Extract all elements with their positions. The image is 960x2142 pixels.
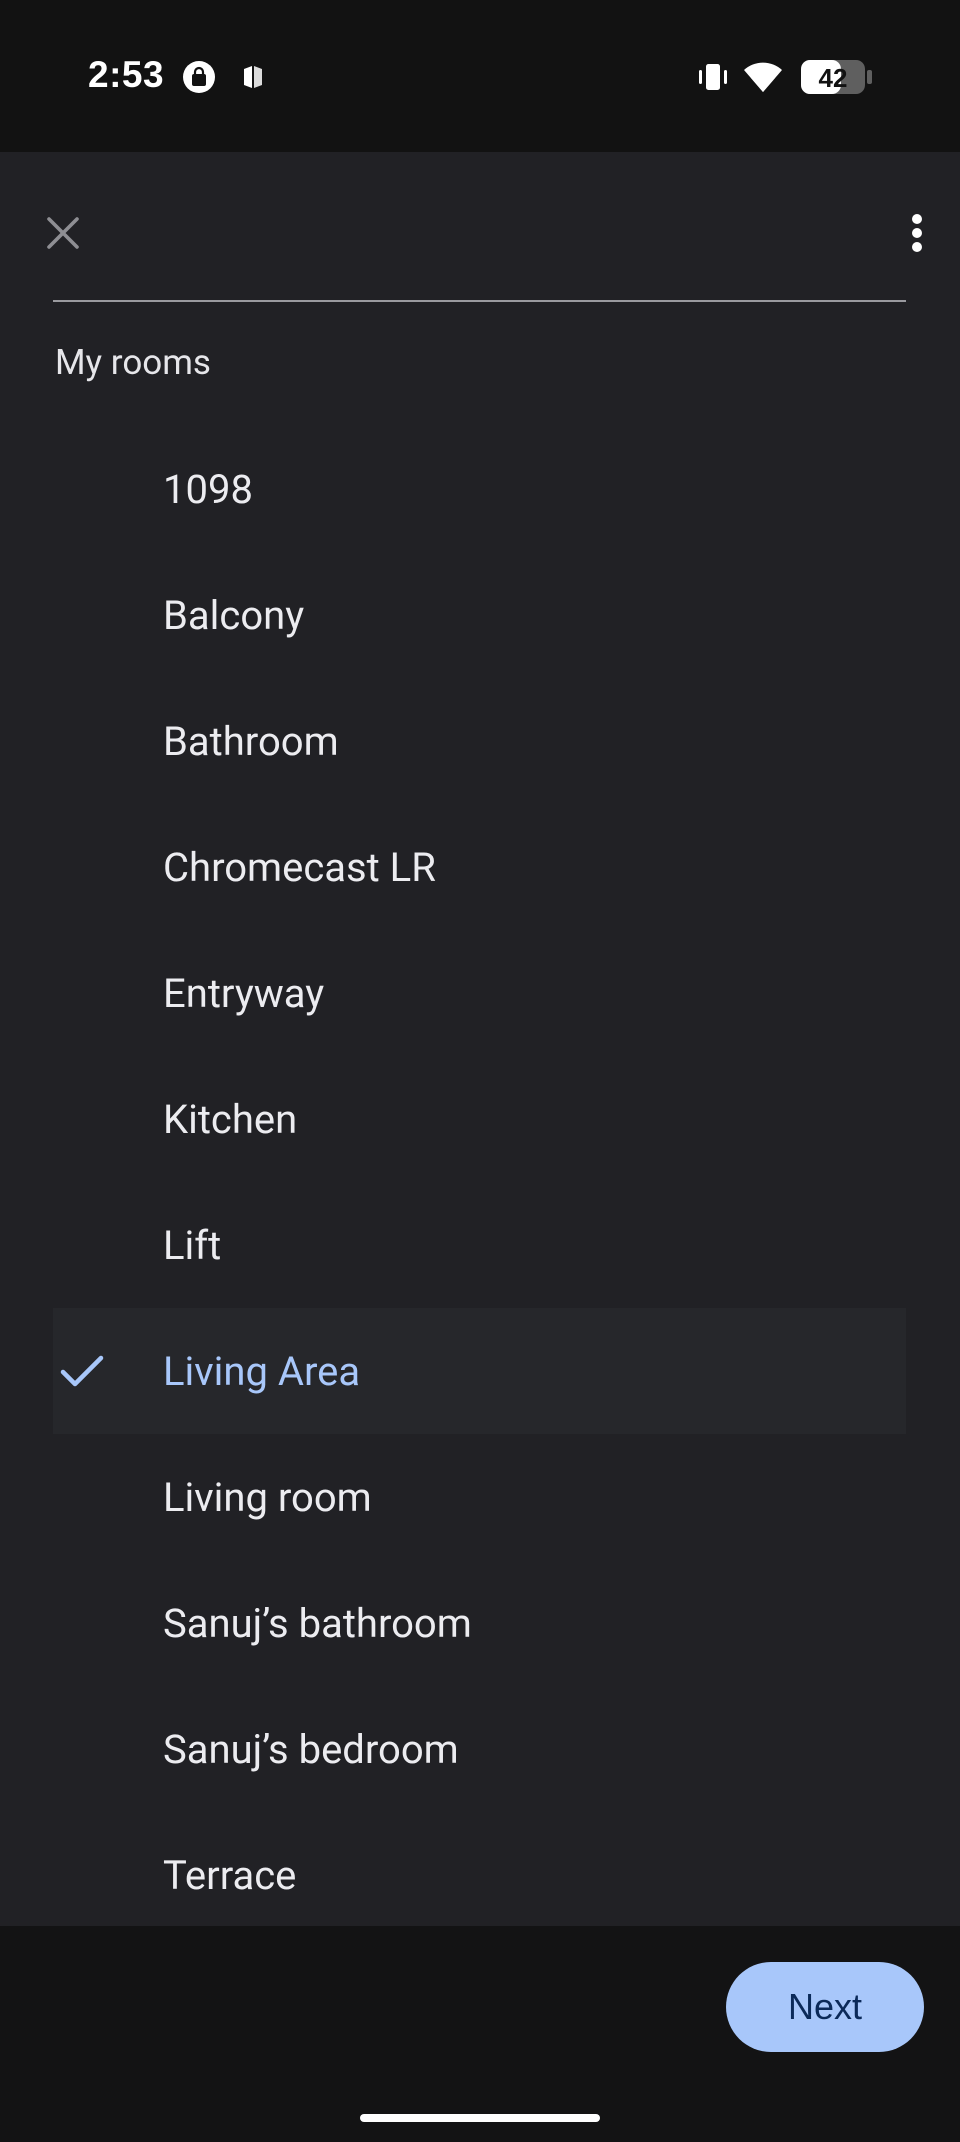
room-item-kitchen[interactable]: Kitchen	[53, 1056, 906, 1182]
room-item-living-room[interactable]: Living room	[53, 1434, 906, 1560]
room-label: Lift	[163, 1221, 222, 1269]
room-label: Balcony	[163, 591, 305, 639]
room-label: Sanuj’s bedroom	[163, 1725, 459, 1773]
room-label: Chromecast LR	[163, 843, 436, 891]
app-notification-icon	[240, 63, 266, 95]
more-vert-icon	[912, 214, 922, 252]
room-list: 1098 Balcony Bathroom Chromecast LR Entr…	[53, 426, 906, 1926]
section-title: My rooms	[55, 342, 211, 383]
room-item-terrace[interactable]: Terrace	[53, 1812, 906, 1926]
room-item-1098[interactable]: 1098	[53, 426, 906, 552]
wifi-icon	[742, 58, 784, 98]
room-label: Sanuj’s bathroom	[163, 1599, 472, 1647]
vibrate-icon	[696, 61, 730, 97]
close-button[interactable]	[30, 200, 96, 266]
status-bar: 2:53 42	[0, 0, 960, 152]
room-label: Kitchen	[163, 1095, 298, 1143]
room-item-bathroom[interactable]: Bathroom	[53, 678, 906, 804]
room-label: Terrace	[163, 1851, 297, 1899]
battery-icon: 42	[800, 58, 874, 100]
next-button[interactable]: Next	[726, 1962, 924, 2052]
room-label: Entryway	[163, 969, 325, 1017]
room-item-sanujs-bedroom[interactable]: Sanuj’s bedroom	[53, 1686, 906, 1812]
shopping-bag-icon	[182, 60, 216, 98]
room-picker-sheet: My rooms 1098 Balcony Bathroom Chromecas…	[0, 152, 960, 1926]
room-item-entryway[interactable]: Entryway	[53, 930, 906, 1056]
header-divider	[53, 300, 906, 302]
check-icon	[60, 1355, 104, 1387]
room-item-lift[interactable]: Lift	[53, 1182, 906, 1308]
more-options-button[interactable]	[884, 200, 950, 266]
bottom-action-bar: Next	[0, 1926, 960, 2142]
room-label: 1098	[163, 465, 253, 513]
room-item-living-area[interactable]: Living Area	[53, 1308, 906, 1434]
room-label: Bathroom	[163, 717, 339, 765]
battery-level: 42	[819, 63, 848, 93]
room-item-balcony[interactable]: Balcony	[53, 552, 906, 678]
status-time: 2:53	[88, 54, 165, 95]
room-item-sanujs-bathroom[interactable]: Sanuj’s bathroom	[53, 1560, 906, 1686]
room-label: Living room	[163, 1473, 372, 1521]
gesture-nav-handle[interactable]	[360, 2114, 600, 2122]
room-item-chromecast-lr[interactable]: Chromecast LR	[53, 804, 906, 930]
room-label: Living Area	[163, 1347, 361, 1395]
close-icon	[47, 217, 79, 249]
